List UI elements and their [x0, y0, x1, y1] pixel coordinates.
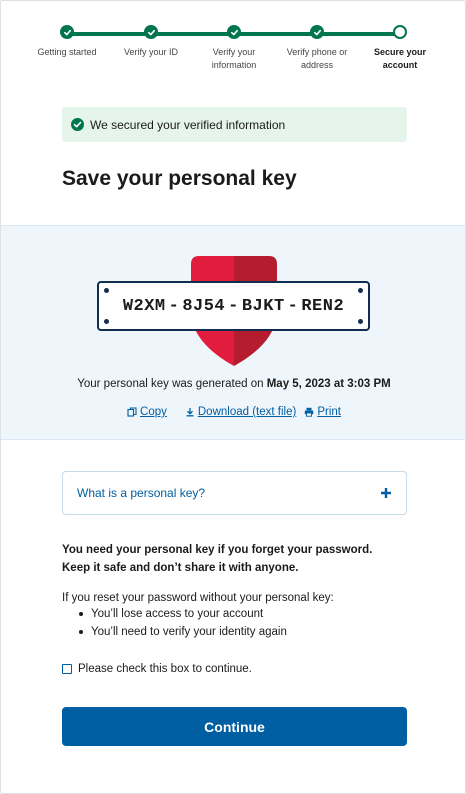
acknowledge-checkbox-row[interactable]: Please check this box to continue.	[62, 663, 252, 675]
bolt-icon	[358, 319, 363, 324]
page-frame: Getting started Verify your ID Verify yo…	[0, 0, 466, 794]
key-part: BJKT	[241, 296, 285, 316]
checkbox-label: Please check this box to continue.	[78, 663, 252, 675]
bolt-icon	[104, 288, 109, 293]
step-label: Getting started	[37, 47, 97, 57]
check-icon	[144, 25, 158, 39]
accordion-label: What is a personal key?	[77, 486, 206, 500]
key-actions: Copy Download (text file) Print	[1, 406, 465, 418]
personal-key-panel: W2XM - 8J54 - BJKT - REN2 Your personal …	[1, 225, 465, 440]
copy-button[interactable]: Copy	[127, 406, 167, 418]
personal-key-code: W2XM - 8J54 - BJKT - REN2	[97, 281, 370, 331]
current-step-icon	[393, 25, 407, 39]
alert-text: We secured your verified information	[90, 117, 286, 132]
personal-key-warning: You need your personal key if you forget…	[62, 541, 407, 577]
print-label: Print	[317, 406, 341, 418]
download-icon	[186, 408, 194, 417]
download-label: Download (text file)	[197, 406, 297, 418]
generated-info: Your personal key was generated on May 5…	[1, 378, 465, 390]
step-secure-account: Secure your account	[355, 25, 445, 72]
generated-prefix: Your personal key was generated on	[77, 378, 264, 390]
warning-line: Keep it safe and don’t share it with any…	[62, 562, 299, 574]
step-label: Verify your ID	[123, 47, 179, 57]
what-is-personal-key-accordion[interactable]: What is a personal key?	[62, 471, 407, 515]
step-label: Secure your account	[373, 47, 427, 70]
step-label: Verify phone or address	[286, 47, 348, 70]
check-icon	[60, 25, 74, 39]
continue-button[interactable]: Continue	[62, 707, 407, 746]
key-part: REN2	[301, 296, 345, 316]
check-circle-icon	[71, 118, 84, 131]
step-indicator: Getting started Verify your ID Verify yo…	[1, 25, 465, 75]
download-button[interactable]: Download (text file)	[185, 406, 296, 418]
list-item: You’ll lose access to your account	[77, 605, 407, 623]
page-title: Save your personal key	[62, 167, 297, 190]
success-alert: We secured your verified information	[62, 107, 407, 142]
bolt-icon	[104, 319, 109, 324]
step-getting-started: Getting started	[22, 25, 112, 59]
copy-icon	[127, 407, 137, 417]
check-icon	[310, 25, 324, 39]
plus-icon	[381, 488, 391, 498]
key-separator: -	[228, 296, 239, 316]
key-part: 8J54	[182, 296, 226, 316]
list-item: You’ll need to verify your identity agai…	[77, 623, 407, 641]
check-icon	[227, 25, 241, 39]
print-button[interactable]: Print	[304, 406, 341, 418]
key-part: W2XM	[122, 296, 166, 316]
generated-datetime: May 5, 2023 at 3:03 PM	[266, 378, 391, 390]
step-verify-phone: Verify phone or address	[272, 25, 362, 72]
bolt-icon	[358, 288, 363, 293]
acknowledge-checkbox[interactable]	[62, 664, 72, 674]
reset-consequences-list: You’ll lose access to your account You’l…	[77, 605, 407, 641]
step-verify-information: Verify your information	[189, 25, 279, 72]
key-separator: -	[287, 296, 299, 316]
print-icon	[305, 407, 314, 417]
copy-label: Copy	[140, 406, 167, 418]
step-label: Verify your information	[211, 47, 257, 70]
warning-line: You need your personal key if you forget…	[62, 544, 373, 556]
step-verify-id: Verify your ID	[106, 25, 196, 59]
key-separator: -	[168, 296, 180, 316]
